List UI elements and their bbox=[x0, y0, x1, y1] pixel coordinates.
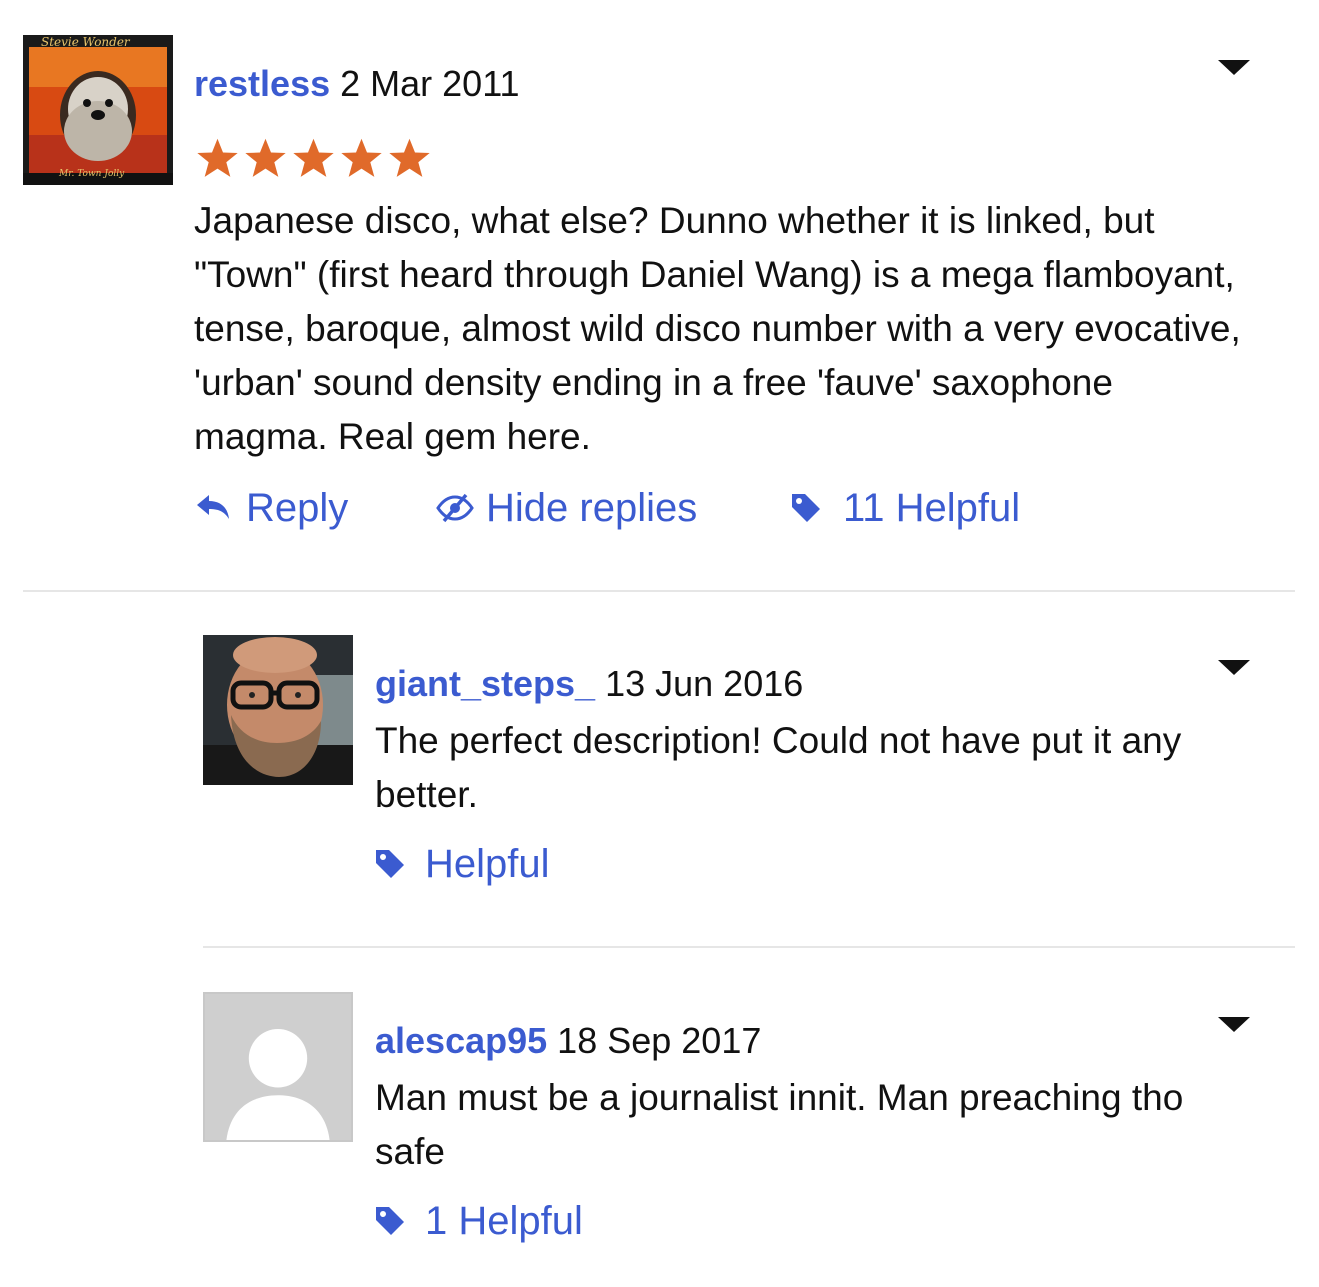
tag-icon bbox=[789, 491, 823, 525]
helpful-count: 1 Helpful bbox=[425, 1199, 583, 1243]
star-icon bbox=[293, 138, 334, 177]
eye-slash-icon bbox=[436, 493, 474, 523]
divider bbox=[23, 590, 1295, 592]
divider bbox=[203, 946, 1295, 948]
reply-label: Reply bbox=[246, 486, 349, 530]
star-icon bbox=[341, 138, 382, 177]
caret-down-icon bbox=[1218, 1017, 1250, 1032]
reply-header: giant_steps_ 13 Jun 2016 bbox=[375, 662, 803, 706]
reply-menu-button[interactable] bbox=[1214, 652, 1254, 682]
tag-icon bbox=[373, 847, 407, 881]
review-date: 2 Mar 2011 bbox=[340, 63, 520, 104]
reply-menu-button[interactable] bbox=[1214, 1009, 1254, 1039]
reply-text: Man must be a journalist innit. Man prea… bbox=[375, 1077, 1184, 1172]
reply-date: 13 Jun 2016 bbox=[605, 663, 804, 704]
star-icon bbox=[197, 138, 238, 177]
reply-button[interactable]: Reply bbox=[194, 484, 348, 532]
star-icon bbox=[245, 138, 286, 177]
star-icon bbox=[389, 138, 430, 177]
reply-username[interactable]: alescap95 bbox=[375, 1020, 547, 1061]
hide-replies-label: Hide replies bbox=[486, 486, 698, 530]
reply-header: alescap95 18 Sep 2017 bbox=[375, 1019, 761, 1063]
reply-username[interactable]: giant_steps_ bbox=[375, 663, 595, 704]
user-photo-image bbox=[203, 635, 353, 785]
helpful-label: Helpful bbox=[425, 842, 550, 886]
caret-down-icon bbox=[1218, 660, 1250, 675]
helpful-count: 11 Helpful bbox=[843, 486, 1021, 530]
helpful-button[interactable]: 1 Helpful bbox=[373, 1197, 583, 1245]
reply-avatar[interactable] bbox=[203, 992, 353, 1142]
review-header: restless 2 Mar 2011 bbox=[194, 62, 520, 106]
star-rating bbox=[194, 136, 434, 180]
avatar-subcaption: Mr. Town Jolly bbox=[59, 169, 125, 179]
tag-icon bbox=[373, 1204, 407, 1238]
hide-replies-button[interactable]: Hide replies bbox=[436, 484, 697, 532]
review-text: Japanese disco, what else? Dunno whether… bbox=[194, 200, 1241, 457]
avatar-caption: Stevie Wonder bbox=[41, 35, 130, 49]
helpful-button[interactable]: Helpful bbox=[373, 840, 550, 888]
reply-date: 18 Sep 2017 bbox=[557, 1020, 762, 1061]
reply-text: The perfect description! Could not have … bbox=[375, 720, 1182, 815]
review-menu-button[interactable] bbox=[1214, 52, 1254, 82]
review-avatar[interactable]: Stevie Wonder Mr. Town Jolly bbox=[23, 35, 173, 185]
reply-arrow-icon bbox=[194, 491, 232, 525]
helpful-button[interactable]: 11 Helpful bbox=[789, 484, 1020, 532]
caret-down-icon bbox=[1218, 60, 1250, 75]
album-cover-image bbox=[23, 35, 173, 185]
reply-avatar[interactable] bbox=[203, 635, 353, 785]
review-username[interactable]: restless bbox=[194, 63, 330, 104]
default-avatar-icon bbox=[205, 994, 351, 1140]
